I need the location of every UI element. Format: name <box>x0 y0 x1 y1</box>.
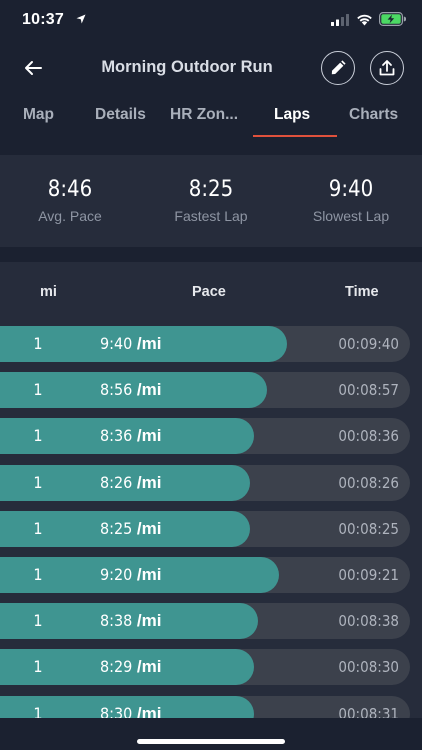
lap-distance: 1 <box>33 565 43 584</box>
lap-summary: 8:46 Avg. Pace 8:25 Fastest Lap 9:40 Slo… <box>0 155 422 247</box>
lap-row[interactable]: 1 9:40 /mi 00:09:40 <box>0 326 410 362</box>
lap-distance: 1 <box>33 611 43 631</box>
lap-pace-unit: /mi <box>136 703 162 718</box>
battery-charging-icon <box>379 12 406 26</box>
slowest-lap-stat: 9:40 Slowest Lap <box>281 177 421 224</box>
lap-pace-unit: /mi <box>136 334 162 353</box>
lap-pace-value: 8:29 <box>100 657 133 677</box>
pencil-icon <box>331 60 346 75</box>
lap-pace-unit: /mi <box>136 657 162 677</box>
fastest-lap-value: 8:25 <box>188 177 234 202</box>
lap-time: 00:08:30 <box>338 658 399 677</box>
lap-pace-value: 8:36 <box>100 426 133 446</box>
lap-pace: 8:38 /mi <box>100 603 161 639</box>
lap-row[interactable]: 1 8:38 /mi 00:08:38 <box>0 603 410 640</box>
share-button[interactable] <box>370 51 404 85</box>
wifi-icon <box>357 14 372 26</box>
lap-time: 00:09:40 <box>338 335 399 353</box>
lap-pace-value: 8:38 <box>100 611 133 631</box>
edit-button[interactable] <box>321 51 355 85</box>
location-arrow-icon <box>76 14 86 24</box>
lap-distance: 1 <box>33 426 43 446</box>
lap-pace-value: 9:20 <box>100 565 133 584</box>
lap-row[interactable]: 1 8:29 /mi 00:08:30 <box>0 649 410 686</box>
status-bar: 10:37 <box>0 0 422 42</box>
fastest-lap-stat: 8:25 Fastest Lap <box>141 177 281 224</box>
lap-time: 00:09:21 <box>338 566 399 584</box>
lap-pace-unit: /mi <box>136 426 162 446</box>
lap-distance: 1 <box>33 657 43 677</box>
nav-bar: Morning Outdoor Run <box>0 42 422 94</box>
slowest-lap-value: 9:40 <box>328 177 374 202</box>
cellular-signal-icon <box>331 14 349 26</box>
column-header-time: Time <box>345 284 379 300</box>
lap-pace: 8:56 /mi <box>100 372 161 408</box>
upload-icon <box>379 60 395 76</box>
lap-pace-value: 8:26 <box>100 472 133 492</box>
lap-pace-value: 8:30 <box>100 703 133 718</box>
tab-bar: Map Details HR Zon... Laps Charts <box>0 96 422 138</box>
lap-row[interactable]: 1 8:56 /mi 00:08:57 <box>0 372 410 409</box>
lap-time: 00:08:36 <box>338 427 399 446</box>
lap-distance: 1 <box>33 703 43 718</box>
lap-pace: 8:25 /mi <box>100 511 161 547</box>
lap-distance: 1 <box>33 518 43 538</box>
lap-row[interactable]: 1 8:26 /mi 00:08:26 <box>0 464 410 501</box>
lap-pace-value: 8:25 <box>100 518 133 538</box>
lap-pace: 8:30 /mi <box>100 696 161 718</box>
column-header-mi: mi <box>40 284 57 300</box>
back-button[interactable] <box>18 54 48 82</box>
bottom-safe-area <box>0 718 422 750</box>
lap-pace-unit: /mi <box>136 518 162 538</box>
laps-table[interactable]: mi Pace Time 1 9:40 /mi 00:09:40 1 8:56 /mi 0… <box>0 262 422 718</box>
lap-pace-unit: /mi <box>136 472 162 492</box>
lap-pace: 9:40 /mi <box>100 326 161 362</box>
lap-time: 00:08:25 <box>338 519 399 538</box>
lap-distance: 1 <box>33 334 43 353</box>
lap-pace-unit: /mi <box>136 380 162 400</box>
back-arrow-icon <box>25 61 42 75</box>
home-indicator[interactable] <box>137 739 285 744</box>
lap-time: 00:08:31 <box>338 704 399 718</box>
tab-map[interactable]: Map <box>23 106 54 124</box>
lap-pace-unit: /mi <box>136 565 162 584</box>
lap-row[interactable]: 1 8:30 /mi 00:08:31 <box>0 695 410 718</box>
tab-laps[interactable]: Laps <box>274 106 310 124</box>
lap-pace: 9:20 /mi <box>100 557 161 593</box>
fastest-lap-label: Fastest Lap <box>174 208 248 224</box>
lap-pace-value: 8:56 <box>100 380 133 400</box>
column-header-pace: Pace <box>192 284 226 300</box>
lap-pace-unit: /mi <box>136 611 162 631</box>
slowest-lap-label: Slowest Lap <box>312 208 390 224</box>
avg-pace-value: 8:46 <box>47 177 93 202</box>
lap-row[interactable]: 1 8:36 /mi 00:08:36 <box>0 418 410 455</box>
lap-pace: 8:36 /mi <box>100 418 161 454</box>
active-tab-indicator <box>253 135 337 137</box>
lap-pace: 8:29 /mi <box>100 649 161 685</box>
lap-pace: 8:26 /mi <box>100 465 161 501</box>
tab-details[interactable]: Details <box>95 106 146 124</box>
lap-distance: 1 <box>33 380 43 400</box>
lap-row[interactable]: 1 8:25 /mi 00:08:25 <box>0 510 410 547</box>
lap-distance: 1 <box>33 472 43 492</box>
page-title: Morning Outdoor Run <box>101 58 273 76</box>
status-time: 10:37 <box>22 11 64 28</box>
avg-pace-stat: 8:46 Avg. Pace <box>0 177 140 224</box>
lap-row[interactable]: 1 9:20 /mi 00:09:21 <box>0 557 410 593</box>
avg-pace-label: Avg. Pace <box>38 208 102 224</box>
lap-time: 00:08:38 <box>338 612 399 631</box>
lap-time: 00:08:26 <box>338 473 399 492</box>
lap-pace-value: 9:40 <box>100 334 133 353</box>
tab-hr-zones[interactable]: HR Zon... <box>170 106 238 124</box>
tab-charts[interactable]: Charts <box>349 106 398 124</box>
lap-time: 00:08:57 <box>338 381 399 400</box>
